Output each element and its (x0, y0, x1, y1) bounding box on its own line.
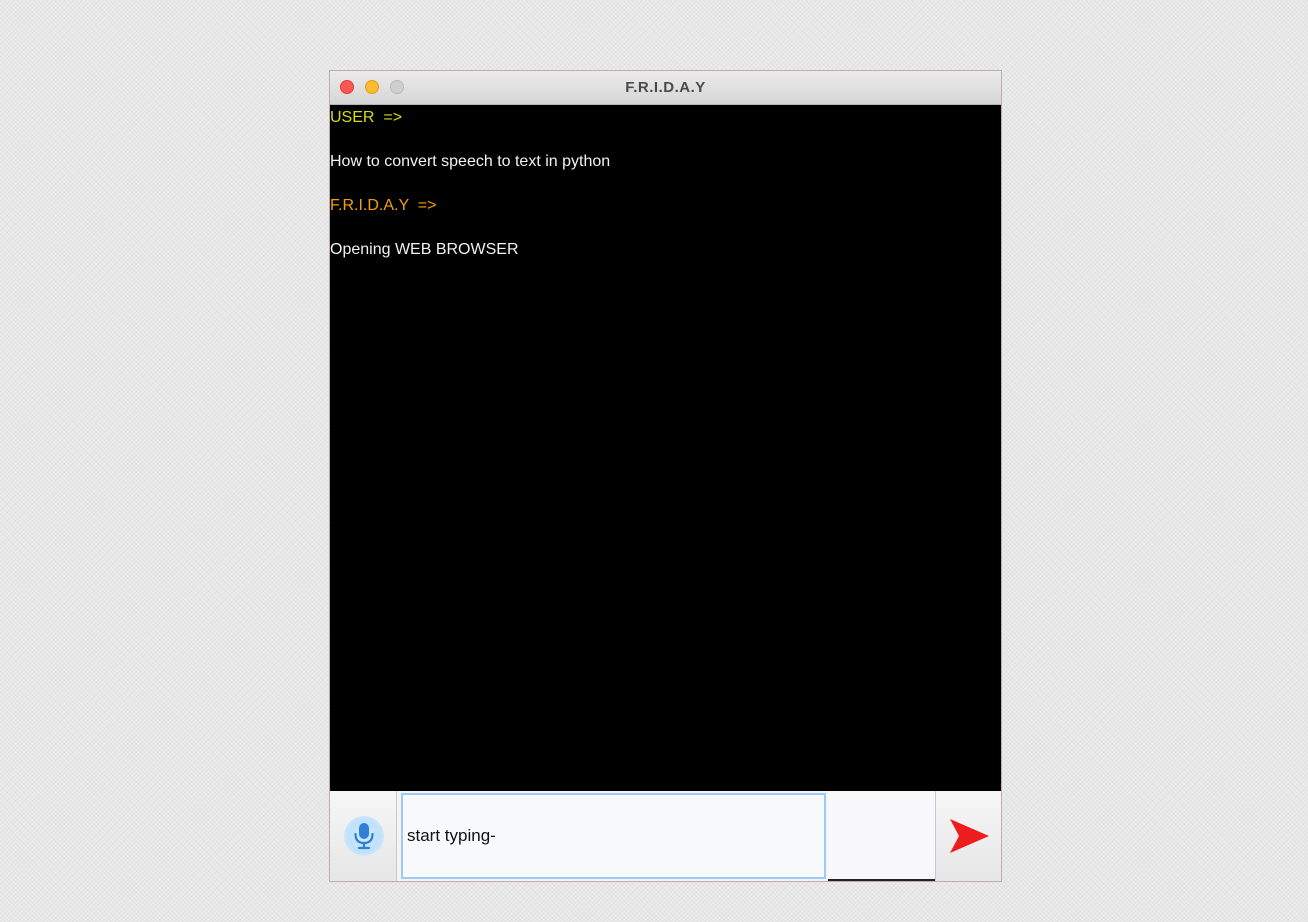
input-bar (330, 791, 1001, 881)
send-button[interactable] (935, 791, 1001, 881)
user-speaker-label: USER => (330, 109, 403, 126)
title-bar[interactable]: F.R.I.D.A.Y (330, 71, 1001, 105)
assistant-message: Opening WEB BROWSER (330, 241, 519, 258)
microphone-icon (344, 816, 384, 856)
send-arrow-icon (950, 819, 989, 853)
chat-log[interactable]: USER => How to convert speech to text in… (330, 105, 1001, 791)
window-title: F.R.I.D.A.Y (625, 79, 706, 96)
assistant-speaker-label: F.R.I.D.A.Y => (330, 197, 437, 214)
user-message: How to convert speech to text in python (330, 153, 611, 170)
app-window: F.R.I.D.A.Y USER => How to convert speec… (330, 71, 1001, 881)
mic-button[interactable] (330, 791, 397, 881)
message-input[interactable] (401, 793, 826, 879)
input-bar-spacer (828, 791, 935, 881)
